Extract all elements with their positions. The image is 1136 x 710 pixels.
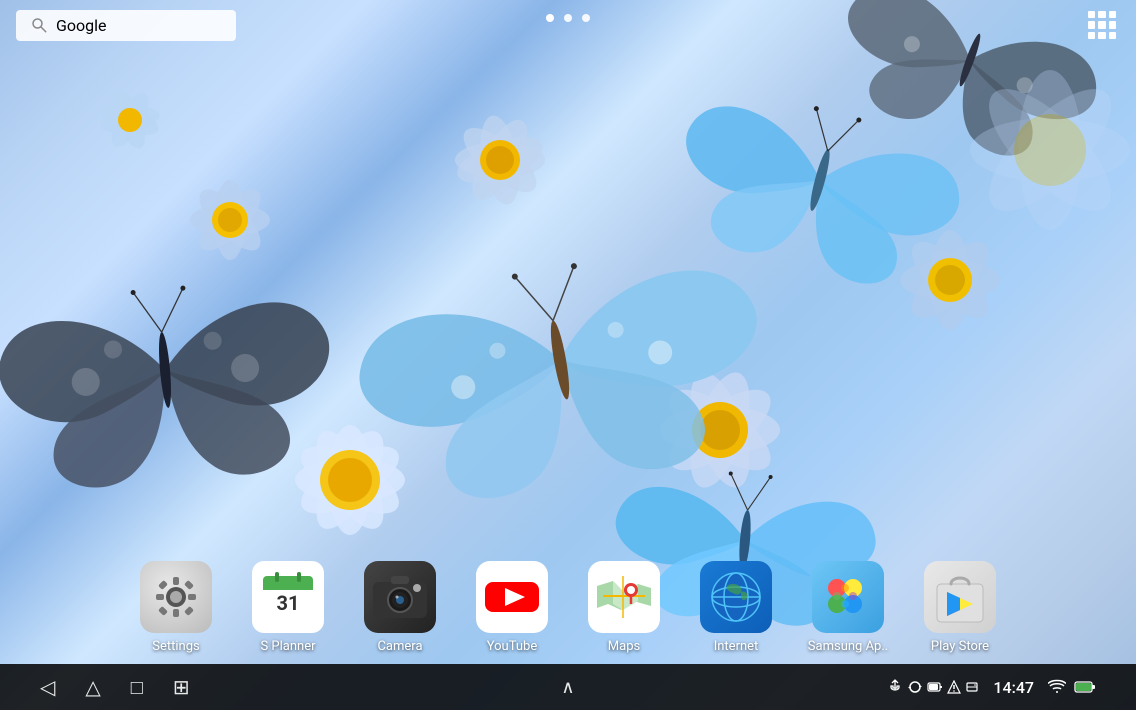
samsung-label: Samsung Ap.. xyxy=(808,639,888,654)
samsung-icon-svg xyxy=(817,566,879,628)
app-splanner[interactable]: 31 S Planner xyxy=(232,561,344,658)
wifi-icon xyxy=(1048,679,1066,695)
warning-icon xyxy=(947,680,961,694)
app-youtube[interactable]: YouTube xyxy=(456,561,568,658)
time-display: 14:47 xyxy=(993,678,1034,697)
app-internet[interactable]: Internet xyxy=(680,561,792,658)
battery-icon xyxy=(927,679,943,695)
internet-icon-svg xyxy=(705,566,767,628)
app-maps[interactable]: Maps xyxy=(568,561,680,658)
back-button[interactable]: ◁ xyxy=(40,675,55,699)
youtube-icon-svg xyxy=(481,566,543,628)
grid-dot xyxy=(1109,32,1116,39)
navigation-bar: ◁ △ □ ⊞ ∧ xyxy=(0,664,1136,710)
settings-icon-svg xyxy=(150,571,202,623)
app-playstore[interactable]: Play Store xyxy=(904,561,1016,658)
sync-icon xyxy=(907,679,923,695)
dot-1 xyxy=(546,14,554,22)
app-samsung[interactable]: Samsung Ap.. xyxy=(792,561,904,658)
storage-icon xyxy=(965,680,979,694)
playstore-icon xyxy=(924,561,996,633)
search-bar[interactable]: Google xyxy=(16,10,236,41)
splanner-icon-svg: 31 xyxy=(257,566,319,628)
grid-dot xyxy=(1098,32,1105,39)
camera-label: Camera xyxy=(377,639,422,654)
nav-right-status: 14:47 xyxy=(887,678,1096,697)
home-button[interactable]: △ xyxy=(85,675,100,699)
page-dots xyxy=(546,14,590,22)
apps-grid-button[interactable] xyxy=(1084,7,1120,43)
playstore-icon-svg xyxy=(929,566,991,628)
maps-icon-svg xyxy=(593,566,655,628)
topbar: Google xyxy=(0,0,1136,50)
grid-dot xyxy=(1088,32,1095,39)
grid-dot xyxy=(1088,11,1095,18)
grid-dot xyxy=(1109,21,1116,28)
up-button[interactable]: ∧ xyxy=(561,677,574,698)
camera-icon xyxy=(364,561,436,633)
settings-icon xyxy=(140,561,212,633)
search-icon xyxy=(30,16,48,34)
maps-icon xyxy=(588,561,660,633)
grid-dot xyxy=(1098,11,1105,18)
samsung-icon xyxy=(812,561,884,633)
usb-icon xyxy=(887,679,903,695)
settings-label: Settings xyxy=(152,639,199,654)
dot-2 xyxy=(564,14,572,22)
internet-icon xyxy=(700,561,772,633)
app-dock: Settings 31 S Plann xyxy=(0,554,1136,664)
playstore-label: Play Store xyxy=(931,639,989,654)
battery-full-icon xyxy=(1074,680,1096,694)
grid-dot xyxy=(1088,21,1095,28)
splanner-icon: 31 xyxy=(252,561,324,633)
youtube-label: YouTube xyxy=(487,639,538,654)
internet-label: Internet xyxy=(714,639,759,654)
menu-button[interactable]: ⊞ xyxy=(173,675,190,699)
camera-icon-svg xyxy=(369,566,431,628)
app-settings[interactable]: Settings xyxy=(120,561,232,658)
app-camera[interactable]: Camera xyxy=(344,561,456,658)
recents-button[interactable]: □ xyxy=(131,675,143,700)
nav-left: ◁ △ □ ⊞ xyxy=(40,675,190,700)
svg-text:31: 31 xyxy=(277,591,300,615)
youtube-icon xyxy=(476,561,548,633)
nav-center: ∧ xyxy=(561,677,574,698)
dot-3 xyxy=(582,14,590,22)
grid-dot xyxy=(1109,11,1116,18)
splanner-label: S Planner xyxy=(260,639,315,654)
grid-dot xyxy=(1098,21,1105,28)
search-label: Google xyxy=(56,16,107,35)
maps-label: Maps xyxy=(608,639,640,654)
status-icons xyxy=(887,679,979,695)
